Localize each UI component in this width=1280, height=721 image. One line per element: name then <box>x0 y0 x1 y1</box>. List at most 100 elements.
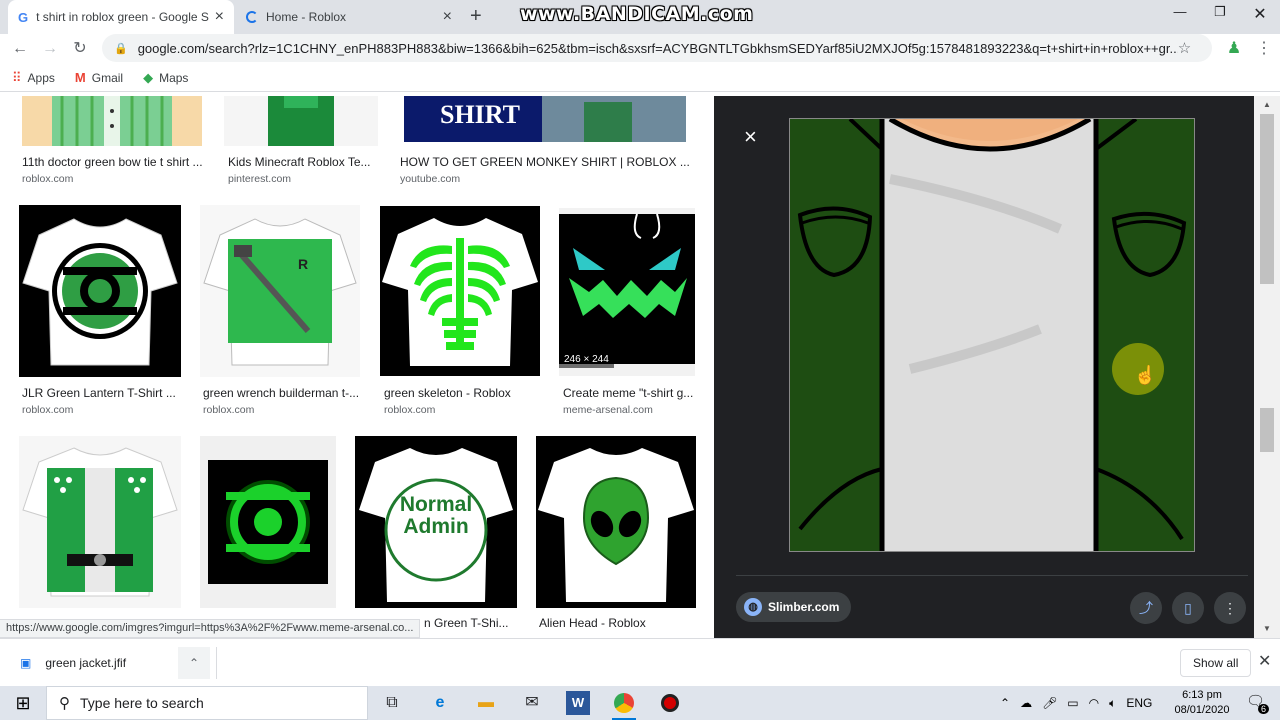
chrome-icon[interactable] <box>612 691 636 715</box>
result-thumbnail-5[interactable]: R <box>200 205 360 377</box>
result-thumbnail-9[interactable] <box>200 436 336 608</box>
source-chip[interactable]: ◍ Slimber.com <box>736 592 852 622</box>
result-caption[interactable]: n Green T-Shi... <box>424 616 524 630</box>
chevron-up-icon[interactable]: ⌃ <box>178 647 210 679</box>
result-source: roblox.com <box>203 404 255 416</box>
tab-google-search[interactable]: G t shirt in roblox green - Google S × <box>8 0 234 34</box>
edge-browser-icon[interactable]: e <box>428 691 452 715</box>
apps-grid-icon: ⠿ <box>12 69 22 85</box>
result-thumbnail-3[interactable]: SHIRT <box>404 96 686 142</box>
mail-icon[interactable]: ✉ <box>520 691 544 715</box>
result-source: meme-arsenal.com <box>563 404 653 416</box>
menu-kebab-icon[interactable]: ⋮ <box>1254 39 1274 59</box>
result-thumbnail-7[interactable]: 246 × 244 <box>559 208 695 376</box>
scrollbar-thumb-secondary[interactable] <box>1260 408 1274 452</box>
green-lantern-logo-image <box>208 460 328 584</box>
clock-time: 6:13 pm <box>1182 689 1222 701</box>
minimize-button[interactable]: — <box>1160 4 1200 24</box>
tab-roblox[interactable]: Home - Roblox × <box>236 0 462 34</box>
back-arrow-icon[interactable]: ← <box>10 39 30 59</box>
bandicam-watermark: www.BANDICAM.com <box>520 3 754 25</box>
volume-icon[interactable]: 🔈︎ <box>1109 696 1116 711</box>
image-results-grid: 11th doctor green bow tie t shirt ... ro… <box>0 96 714 638</box>
preview-image[interactable]: ☝ <box>789 118 1195 552</box>
forward-arrow-icon[interactable]: → <box>40 39 60 59</box>
clock[interactable]: 6:13 pm 08/01/2020 <box>1168 688 1236 718</box>
bandicam-record-icon[interactable] <box>658 691 682 715</box>
url-text: google.com/search?rlz=1C1CHNY_enPH883PH8… <box>137 40 1178 56</box>
result-caption[interactable]: Kids Minecraft Roblox Te... <box>228 155 378 169</box>
task-view-icon[interactable]: ⧉ <box>380 691 404 715</box>
loading-spinner-icon <box>246 11 258 23</box>
result-caption[interactable]: JLR Green Lantern T-Shirt ... <box>22 386 182 400</box>
gmail-icon: M <box>74 70 86 85</box>
maximize-button[interactable]: ❐ <box>1200 4 1240 24</box>
hand-cursor-icon: ☝ <box>1134 365 1157 385</box>
result-thumbnail-4[interactable] <box>19 205 181 377</box>
result-thumbnail-2[interactable] <box>224 96 378 146</box>
result-caption[interactable]: HOW TO GET GREEN MONKEY SHIRT | ROBLOX .… <box>400 155 690 169</box>
new-tab-button[interactable]: + <box>470 5 482 28</box>
wifi-icon[interactable]: ◠ <box>1089 696 1099 710</box>
word-icon[interactable]: W <box>566 691 590 715</box>
close-tab-icon[interactable]: × <box>443 8 452 26</box>
bookmarks-bar: ⠿ Apps M Gmail ◆ Maps <box>0 64 1280 92</box>
download-divider <box>216 647 217 679</box>
file-explorer-icon[interactable]: ▬ <box>474 691 498 715</box>
save-bookmark-icon[interactable]: ▯ <box>1172 592 1204 624</box>
green-jacket-shirt-image <box>22 447 178 597</box>
page-scrollbar[interactable]: ▲ ▼ <box>1254 96 1280 638</box>
windows-taskbar: ⊞ ⚲ Type here to search ⧉ e ▬ ✉ W ⌃ ☁ 🎤︎… <box>0 686 1280 720</box>
bookmark-label: Gmail <box>91 70 124 85</box>
tab-strip: G t shirt in roblox green - Google S × H… <box>0 0 1280 34</box>
result-thumbnail-6[interactable] <box>380 206 540 376</box>
thumbnail-text-line: Admin <box>403 515 469 538</box>
chevron-up-tray-icon[interactable]: ⌃ <box>1000 696 1010 710</box>
windows-start-icon[interactable]: ⊞ <box>0 686 46 720</box>
reload-icon[interactable]: ↻ <box>70 39 90 59</box>
bow-tie-shirt-image <box>52 96 172 146</box>
green-jacket-preview <box>790 119 1194 551</box>
minecraft-shirt-image <box>268 96 334 146</box>
address-bar[interactable]: 🔒 google.com/search?rlz=1C1CHNY_enPH883P… <box>102 34 1212 62</box>
scroll-up-icon[interactable]: ▲ <box>1263 100 1271 109</box>
extension-icon[interactable]: ♟ <box>1224 39 1244 59</box>
bookmark-apps[interactable]: ⠿ Apps <box>12 70 55 86</box>
result-thumbnail-8[interactable] <box>19 436 181 608</box>
close-window-button[interactable]: ✕ <box>1240 4 1280 24</box>
result-caption[interactable]: Alien Head - Roblox <box>539 616 695 630</box>
share-icon[interactable]: ⤴ <box>1130 592 1162 624</box>
search-icon: ⚲ <box>59 695 70 712</box>
bookmark-gmail[interactable]: M Gmail <box>75 70 123 85</box>
bookmark-star-icon[interactable]: ☆ <box>1178 39 1191 57</box>
onedrive-icon[interactable]: ☁ <box>1020 696 1032 710</box>
result-caption[interactable]: green wrench builderman t-... <box>203 386 361 400</box>
close-tab-icon[interactable]: × <box>215 8 224 26</box>
result-thumbnail-1[interactable] <box>22 96 202 146</box>
result-caption[interactable]: 11th doctor green bow tie t shirt ... <box>22 155 202 169</box>
thumbnail-text: Normal Admin <box>355 494 517 538</box>
close-download-bar-icon[interactable]: ✕ <box>1258 651 1271 671</box>
bookmark-maps[interactable]: ◆ Maps <box>143 70 188 86</box>
scroll-down-icon[interactable]: ▼ <box>1263 624 1271 633</box>
battery-icon[interactable]: ▭ <box>1067 696 1078 710</box>
taskbar-search-box[interactable]: ⚲ Type here to search <box>46 686 368 720</box>
thumbnail-text-line: Normal <box>399 493 473 516</box>
result-source: roblox.com <box>22 404 74 416</box>
result-thumbnail-10[interactable]: Normal Admin <box>355 436 517 608</box>
thumbnail-text: SHIRT <box>440 100 521 129</box>
panel-divider <box>736 575 1248 576</box>
microphone-icon[interactable]: 🎤︎ <box>1042 696 1057 710</box>
system-tray: ⌃ ☁ 🎤︎ ▭ ◠ 🔈︎ ENG <box>1000 686 1152 720</box>
more-options-icon[interactable]: ⋮ <box>1214 592 1246 624</box>
search-placeholder: Type here to search <box>80 695 204 711</box>
tab-title: t shirt in roblox green - Google S <box>36 10 209 24</box>
show-all-button[interactable]: Show all <box>1180 649 1252 677</box>
language-indicator[interactable]: ENG <box>1126 696 1152 710</box>
result-thumbnail-11[interactable] <box>536 436 696 608</box>
result-caption[interactable]: Create meme "t-shirt g... <box>563 386 695 400</box>
result-caption[interactable]: green skeleton - Roblox <box>384 386 542 400</box>
close-preview-icon[interactable]: × <box>744 124 757 150</box>
scrollbar-thumb[interactable] <box>1260 114 1274 284</box>
wrench-shirt-image: R <box>203 218 357 366</box>
